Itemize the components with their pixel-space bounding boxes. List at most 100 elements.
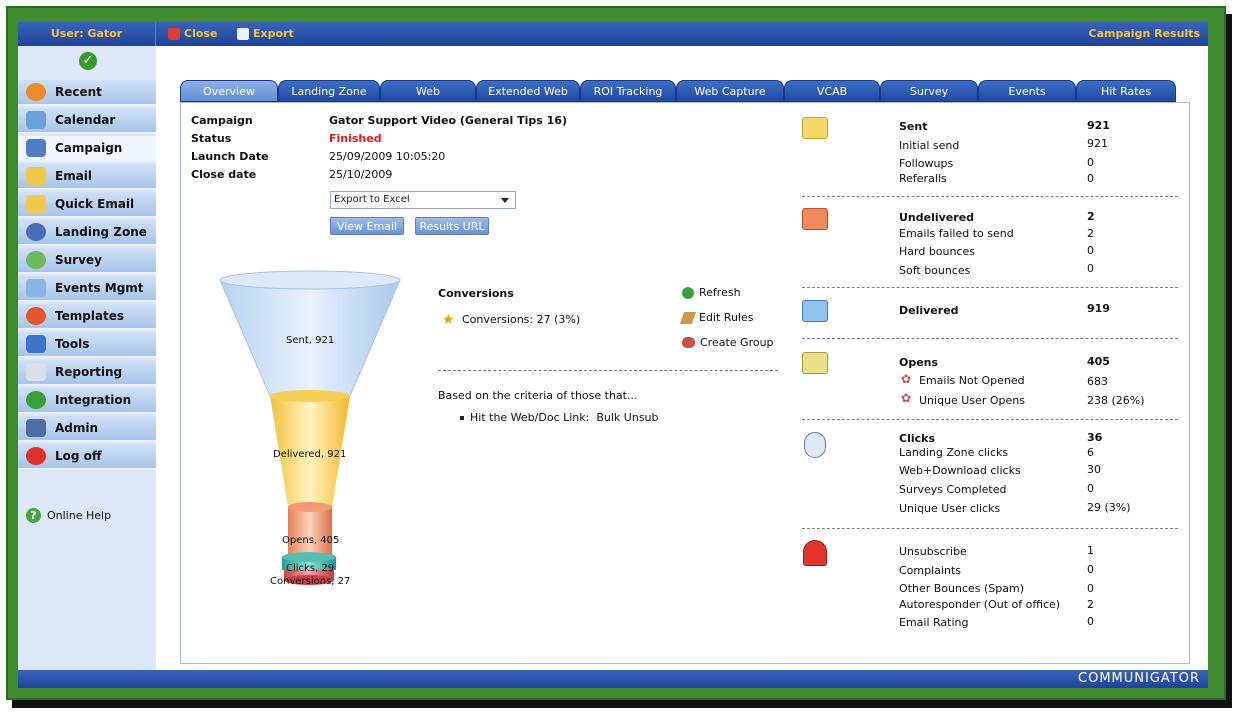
close-icon [168,28,180,40]
mouse-icon [804,432,826,458]
sidebar-item-templates[interactable]: Templates [18,304,156,330]
create-group-label: Create Group [700,336,774,349]
clicks-total: 36 [1087,431,1103,444]
tools-icon [26,335,46,353]
edit-rules-label: Edit Rules [699,311,754,324]
group-icon [682,337,695,348]
events-icon [26,279,46,297]
sidebar-item-quick-email[interactable]: Quick Email [18,192,156,218]
undelivered-title: Undelivered [899,211,975,224]
clicks-row-label: Web+Download clicks [899,464,1021,477]
sidebar-item-admin[interactable]: Admin [18,416,156,442]
sidebar-item-label: Admin [55,421,99,435]
tab-overview[interactable]: Overview [180,80,278,102]
tab-landing-zone[interactable]: Landing Zone [278,80,380,102]
close-date-value: 25/10/2009 [329,168,393,181]
page-title: Campaign Results [1088,27,1200,40]
edit-rules-link[interactable]: Edit Rules [679,311,754,324]
export-select-value: Export to Excel [334,194,410,205]
sidebar-item-calendar[interactable]: Calendar [18,108,156,134]
log-off-icon [26,447,46,465]
sidebar-item-integration[interactable]: Integration [18,388,156,414]
sidebar-item-campaign[interactable]: Campaign [18,136,156,162]
pencil-icon [679,311,697,324]
sidebar-item-label: Calendar [55,113,116,127]
other-row-label: Complaints [899,564,961,577]
undelivered-total: 2 [1087,210,1095,223]
bullet-icon [460,416,464,420]
other-row-value: 1 [1087,544,1094,557]
refresh-icon [682,286,694,299]
clicks-row-value: 6 [1087,446,1094,459]
sidebar-item-survey[interactable]: Survey [18,248,156,274]
sent-row-label: Followups [899,157,954,170]
delivered-title: Delivered [899,304,959,317]
recent-icon [26,83,46,101]
sent-row-value: 921 [1087,137,1108,150]
tab-roi-tracking[interactable]: ROI Tracking [580,80,676,102]
group-icon: ✿ [901,372,912,386]
tab-events[interactable]: Events [978,80,1076,102]
divider [802,528,1178,529]
launch-date-value: 25/09/2009 10:05:20 [329,150,446,163]
delivered-total: 919 [1087,302,1110,315]
delivered-icon [802,300,828,322]
view-email-button[interactable]: View Email [330,217,404,235]
opens-title: Opens [899,356,939,369]
status-value: Finished [329,132,382,145]
calendar-icon [26,111,46,129]
email-icon [26,167,46,185]
sidebar-item-label: Landing Zone [55,225,147,239]
sidebar-item-label: Templates [55,309,125,323]
clicks-title: Clicks [899,432,935,445]
integration-icon [26,391,46,409]
criteria-bullet: Hit the Web/Doc Link: Bulk Unsub [460,411,659,424]
tab-web-capture[interactable]: Web Capture [676,80,784,102]
funnel-clicks-label: Clicks, 29 [286,563,335,574]
envelope-icon [802,117,828,139]
export-button[interactable]: Export [237,22,294,46]
sidebar-item-reporting[interactable]: Reporting [18,360,156,386]
export-label: Export [253,27,294,40]
sidebar-item-tools[interactable]: Tools [18,332,156,358]
close-button[interactable]: Close [168,22,217,46]
online-help-label: Online Help [47,509,112,522]
tab-web[interactable]: Web [380,80,476,102]
other-row-label: Other Bounces (Spam) [899,582,1024,595]
funnel-conversions-label: Conversions, 27 [270,576,351,587]
sent-row-value: 0 [1087,156,1094,169]
other-row-value: 0 [1087,563,1094,576]
sidebar-item-label: Integration [55,393,132,407]
tab-hit-rates[interactable]: Hit Rates [1076,80,1176,102]
divider [802,196,1178,197]
export-icon [237,28,249,40]
divider [802,287,1178,288]
results-url-button[interactable]: Results URL [415,217,489,235]
sidebar-item-log-off[interactable]: Log off [18,444,156,470]
refresh-link[interactable]: Refresh [682,286,741,299]
star-icon: ★ [442,312,455,328]
undelivered-row-value: 0 [1087,262,1094,275]
undelivered-row-label: Emails failed to send [899,227,1014,240]
create-group-link[interactable]: Create Group [682,336,774,349]
templates-icon [26,307,46,325]
online-help-link[interactable]: ? Online Help [26,508,111,523]
top-bar: User: Gator Close Export Campaign Result… [18,22,1208,46]
check-icon: ✓ [79,52,97,70]
opens-row-value: 683 [1087,375,1108,388]
sidebar-item-recent[interactable]: Recent [18,80,156,106]
sidebar-item-landing-zone[interactable]: Landing Zone [18,220,156,246]
sidebar-item-label: Tools [55,337,90,351]
tab-extended-web[interactable]: Extended Web [476,80,580,102]
sidebar-item-email[interactable]: Email [18,164,156,190]
status-label: Status [191,132,232,145]
sidebar-item-label: Events Mgmt [55,281,144,295]
sidebar-item-events[interactable]: Events Mgmt [18,276,156,302]
conversions-title: Conversions [438,287,514,300]
undelivered-row-label: Soft bounces [899,264,971,277]
tab-vcab[interactable]: VCAB [784,80,880,102]
other-row-value: 0 [1087,615,1094,628]
export-select[interactable]: Export to Excel [330,191,516,209]
tab-survey[interactable]: Survey [880,80,978,102]
app-screen: User: Gator Close Export Campaign Result… [18,22,1208,688]
